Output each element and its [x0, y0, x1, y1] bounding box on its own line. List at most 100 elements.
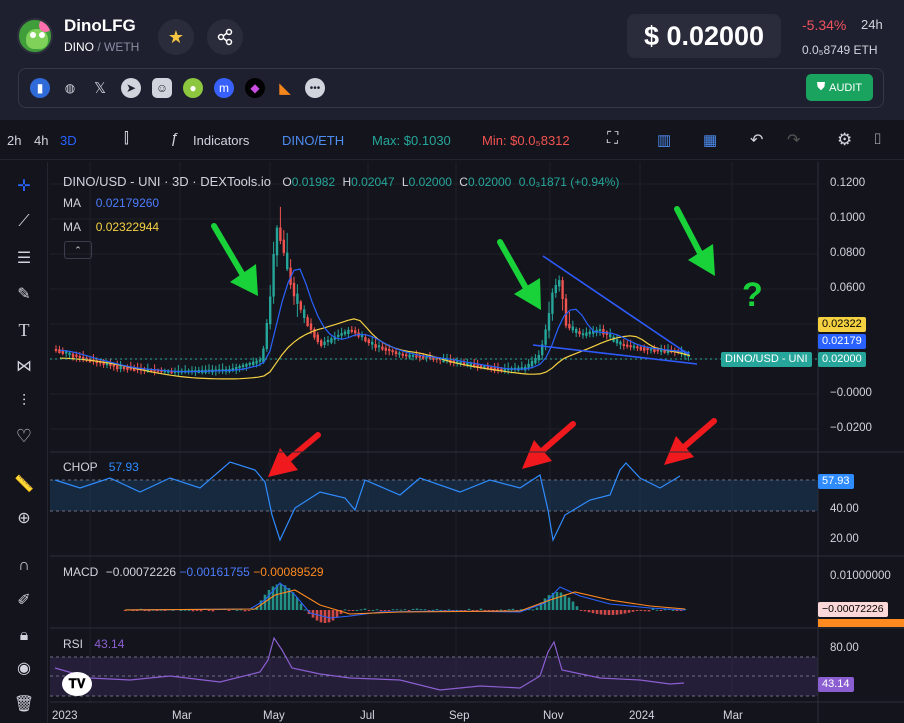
- candle: [564, 298, 568, 326]
- chart-legend: DINO/USD - UNI · 3D · DEXTools.io O0.019…: [63, 174, 620, 189]
- macd-axis-label: 0.01000000: [830, 570, 891, 582]
- macd-bar: [415, 608, 419, 610]
- candle: [384, 347, 387, 351]
- candle: [374, 344, 377, 348]
- macd-bar: [623, 610, 627, 614]
- macd-bar: [571, 601, 575, 610]
- ma-line-blue: [59, 268, 691, 373]
- candle: [537, 355, 540, 361]
- macd-bar: [531, 609, 535, 611]
- candle: [588, 331, 591, 335]
- macd-bar: [343, 609, 347, 611]
- macd-bar: [555, 592, 559, 610]
- candle: [326, 340, 330, 342]
- macd-bar: [407, 610, 411, 611]
- macd-bar: [635, 610, 639, 611]
- candle: [78, 355, 81, 358]
- macd-bar: [419, 609, 423, 611]
- chop-value-tag: 57.93: [818, 474, 854, 489]
- macd-bar: [615, 610, 619, 615]
- macd-bar: [383, 610, 387, 611]
- candle: [320, 340, 323, 346]
- candle: [643, 347, 646, 351]
- price-axis-label: −0.0200: [830, 422, 872, 434]
- macd-bar: [599, 610, 603, 615]
- macd-bar: [359, 609, 363, 611]
- candle: [119, 366, 122, 369]
- candle: [68, 352, 71, 356]
- candle: [483, 365, 486, 368]
- candle: [527, 363, 530, 368]
- candle: [619, 341, 622, 345]
- candle: [75, 354, 78, 357]
- macd-bar: [403, 609, 407, 611]
- candle: [258, 359, 262, 362]
- candle: [275, 227, 279, 256]
- candle: [411, 354, 415, 357]
- triangle-upper-line: [542, 255, 689, 355]
- macd-bar: [647, 610, 651, 612]
- triangle-lower-line: [532, 344, 698, 365]
- candle: [112, 364, 115, 367]
- candle: [282, 239, 285, 253]
- candle: [558, 280, 561, 287]
- x-axis-label: Nov: [543, 710, 564, 722]
- price-axis-label: 0.1000: [830, 212, 866, 224]
- macd-bar: [671, 609, 675, 611]
- macd-bar: [607, 610, 611, 615]
- candle: [561, 280, 564, 300]
- macd-bar: [655, 609, 659, 611]
- macd-bar: [479, 608, 483, 610]
- macd-bar: [639, 610, 643, 611]
- candle: [639, 346, 642, 351]
- macd-bar: [511, 608, 515, 610]
- price-axis-label: 0.0800: [830, 247, 866, 259]
- candle: [636, 346, 639, 349]
- macd-bar: [379, 610, 383, 611]
- candle: [486, 366, 489, 369]
- macd-legend: MACD −0.00072226 −0.00161755 −0.00089529: [63, 565, 324, 579]
- candle: [547, 313, 551, 331]
- x-axis-label: May: [263, 710, 285, 722]
- ma2-price-tag: 0.02322: [818, 317, 866, 332]
- macd-bar: [567, 597, 571, 610]
- candle: [615, 339, 619, 344]
- candle: [354, 330, 357, 334]
- candle: [299, 301, 302, 310]
- chop-band: [50, 480, 818, 511]
- candle: [54, 349, 58, 351]
- candle: [116, 365, 119, 370]
- macd-bar: [447, 609, 451, 611]
- macd-bar: [411, 608, 415, 610]
- chop-legend: CHOP 57.93: [63, 460, 139, 474]
- macd-bar: [283, 585, 287, 610]
- last-price-tag: 0.02000: [818, 352, 866, 367]
- macd-bar: [199, 610, 203, 612]
- question-annotation: ?: [742, 276, 763, 314]
- candle: [381, 346, 384, 350]
- symbol-tag: DINO/USD - UNI: [721, 352, 812, 367]
- candle: [391, 350, 394, 353]
- macd-bar: [431, 609, 435, 611]
- candle: [306, 317, 309, 327]
- candle: [575, 328, 578, 333]
- macd-bar: [275, 584, 279, 610]
- candle: [248, 362, 251, 365]
- macd-bar: [423, 609, 427, 611]
- candle: [255, 360, 258, 364]
- candle: [408, 354, 411, 358]
- macd-bar: [279, 584, 283, 610]
- macd-bar: [243, 610, 247, 612]
- candle: [632, 345, 636, 348]
- candle: [303, 309, 306, 318]
- candle: [286, 252, 289, 270]
- candle: [347, 329, 350, 334]
- candle: [415, 355, 418, 358]
- x-axis-label: Mar: [172, 710, 192, 722]
- collapse-legend-button[interactable]: ⌃: [64, 241, 92, 259]
- candle: [262, 348, 265, 363]
- candle: [585, 332, 588, 336]
- candle: [82, 356, 85, 359]
- candle: [602, 329, 605, 335]
- rsi-legend: RSI 43.14: [63, 637, 125, 651]
